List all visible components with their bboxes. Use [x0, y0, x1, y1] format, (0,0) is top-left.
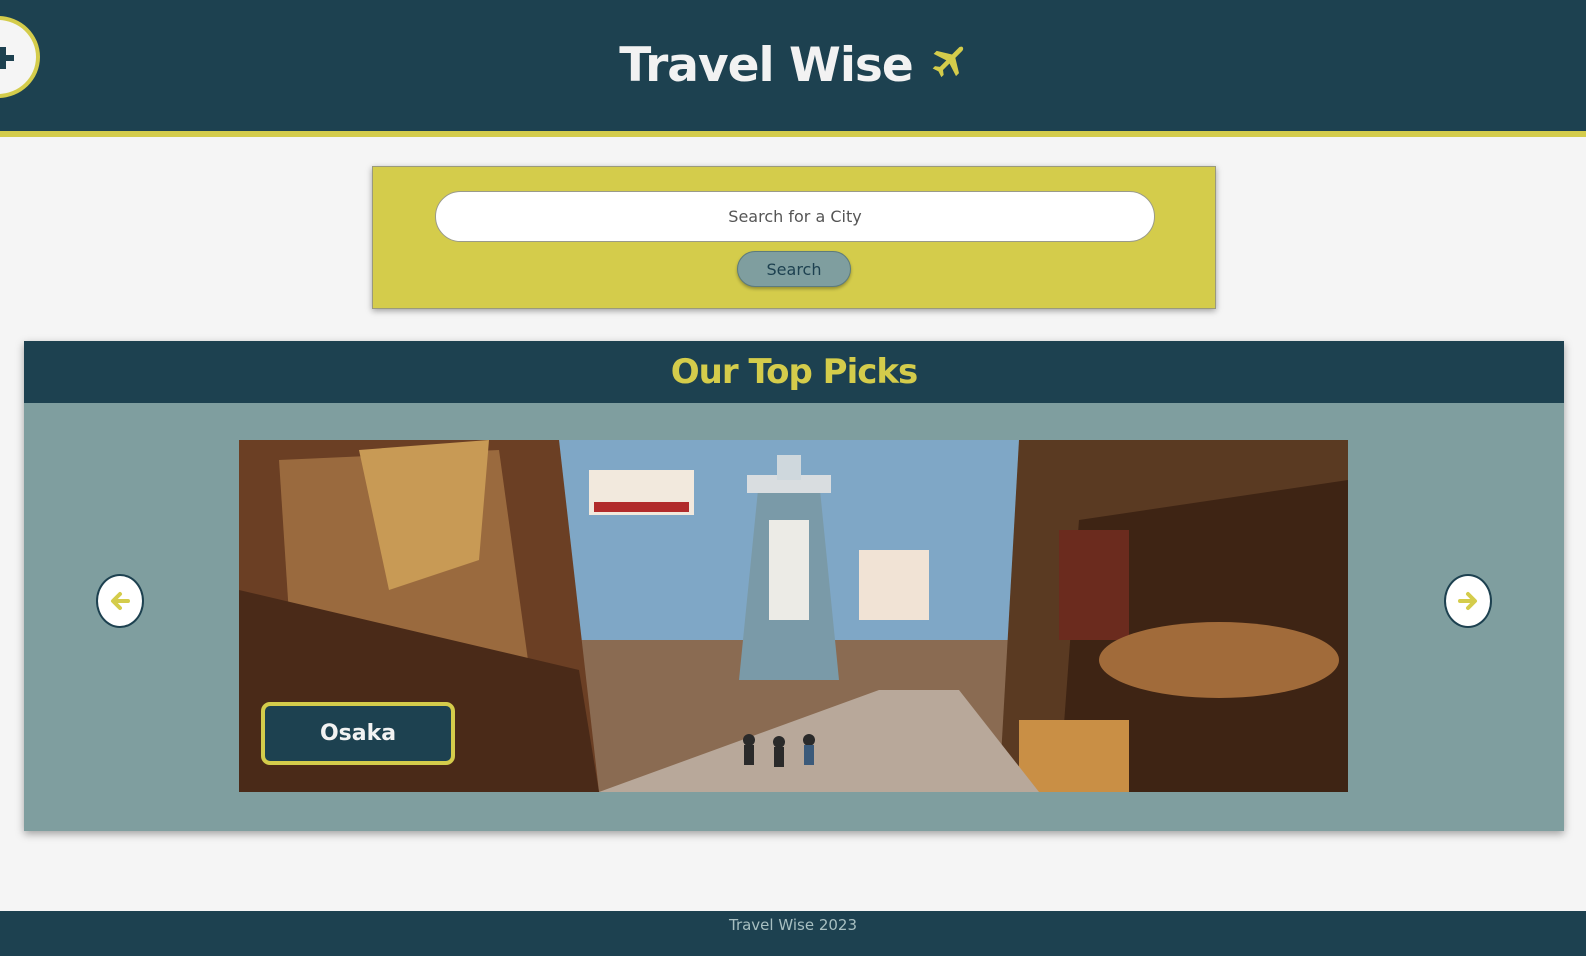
carousel-prev-button[interactable]	[96, 574, 144, 628]
search-panel: Search	[372, 166, 1216, 309]
top-picks-heading: Our Top Picks	[24, 341, 1564, 403]
site-title: Travel Wise	[619, 38, 914, 93]
arrow-left-icon	[111, 592, 130, 610]
footer-text: Travel Wise 2023	[728, 916, 857, 934]
city-photo: Osaka	[239, 440, 1348, 792]
site-header: Travel Wise	[0, 0, 1586, 137]
arrow-right-icon	[1458, 592, 1477, 610]
search-input[interactable]	[435, 191, 1155, 242]
airplane-icon	[932, 46, 963, 77]
carousel-next-button[interactable]	[1444, 574, 1492, 628]
site-title-container: Travel Wise	[0, 38, 1586, 93]
search-button[interactable]: Search	[737, 251, 851, 287]
top-picks-section: Our Top Picks Osaka	[24, 341, 1564, 831]
city-label[interactable]: Osaka	[261, 702, 455, 765]
site-footer: Travel Wise 2023	[0, 911, 1586, 956]
